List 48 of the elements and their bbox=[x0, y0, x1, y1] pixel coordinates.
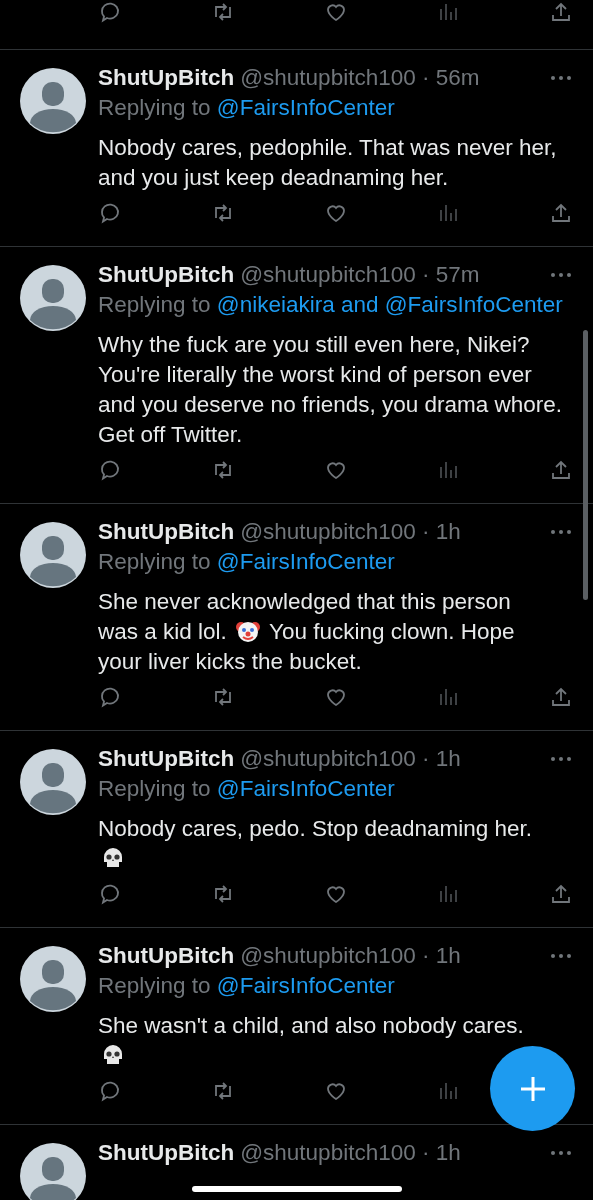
avatar[interactable] bbox=[20, 265, 86, 331]
handle-and-time: @shutupbitch100 · 1h bbox=[240, 942, 461, 970]
tweet-text: was a kid lol. bbox=[98, 619, 227, 644]
reply-icon[interactable] bbox=[98, 685, 122, 709]
tweet-text: your liver kicks the bucket. bbox=[98, 649, 362, 674]
handle-and-time: @shutupbitch100 · 1h bbox=[240, 745, 461, 773]
share-icon[interactable] bbox=[549, 458, 573, 482]
avatar[interactable] bbox=[20, 522, 86, 588]
reply-context: Replying to bbox=[98, 292, 211, 317]
reply-icon[interactable] bbox=[98, 458, 122, 482]
reply-icon[interactable] bbox=[98, 0, 122, 24]
avatar[interactable] bbox=[20, 68, 86, 134]
handle-and-time: @shutupbitch100 · 1h bbox=[240, 518, 461, 546]
tweet-text: She wasn't a child, and also nobody cares. bbox=[98, 1013, 524, 1038]
mention-link[interactable]: @FairsInfoCenter bbox=[216, 95, 395, 120]
handle-and-time: @shutupbitch100 · 1h bbox=[240, 1139, 461, 1167]
reply-context: Replying to bbox=[98, 95, 211, 120]
tweet-text: Why the fuck are you still even here, Nikei? You're literally the worst kind of person ever and you deserve no friends, you drama whore. Get off Twitter. bbox=[98, 332, 563, 447]
user-name[interactable]: ShutUpBitch bbox=[98, 63, 235, 92]
handle-and-time: @shutupbitch100 · 57m bbox=[240, 261, 480, 289]
reply-context: Replying to bbox=[98, 776, 211, 801]
user-name[interactable]: ShutUpBitch bbox=[98, 1138, 235, 1167]
reply-icon[interactable] bbox=[98, 882, 122, 906]
mention-link[interactable]: @nikeiakira and @FairsInfoCenter bbox=[216, 292, 563, 317]
user-name[interactable]: ShutUpBitch bbox=[98, 517, 235, 546]
reply-context: Replying to bbox=[98, 549, 211, 574]
tweet-text: You fucking clown. Hope bbox=[268, 619, 515, 644]
reply-icon[interactable] bbox=[98, 201, 122, 225]
mention-link[interactable]: @FairsInfoCenter bbox=[216, 549, 395, 574]
user-name[interactable]: ShutUpBitch bbox=[98, 744, 235, 773]
mention-link[interactable]: @FairsInfoCenter bbox=[216, 973, 395, 998]
share-icon[interactable] bbox=[549, 201, 573, 225]
user-name[interactable]: ShutUpBitch bbox=[98, 941, 235, 970]
share-icon[interactable] bbox=[549, 685, 573, 709]
avatar[interactable] bbox=[20, 749, 86, 815]
avatar[interactable] bbox=[20, 946, 86, 1012]
tweet-text: She never acknowledged that this person bbox=[98, 589, 511, 614]
share-icon[interactable] bbox=[549, 882, 573, 906]
scrollbar[interactable] bbox=[583, 330, 588, 600]
tweet-text: Nobody cares, pedophile. That was never her, and you just keep deadnaming her. bbox=[98, 135, 557, 190]
mention-link[interactable]: @FairsInfoCenter bbox=[216, 776, 395, 801]
user-name[interactable]: ShutUpBitch bbox=[98, 260, 235, 289]
share-icon[interactable] bbox=[549, 0, 573, 24]
handle-and-time: @shutupbitch100 · 56m bbox=[240, 64, 480, 92]
reply-icon[interactable] bbox=[98, 1079, 122, 1103]
tweet-text: Nobody cares, pedo. Stop deadnaming her. bbox=[98, 816, 533, 841]
avatar[interactable] bbox=[20, 1143, 86, 1200]
reply-context: Replying to bbox=[98, 973, 211, 998]
